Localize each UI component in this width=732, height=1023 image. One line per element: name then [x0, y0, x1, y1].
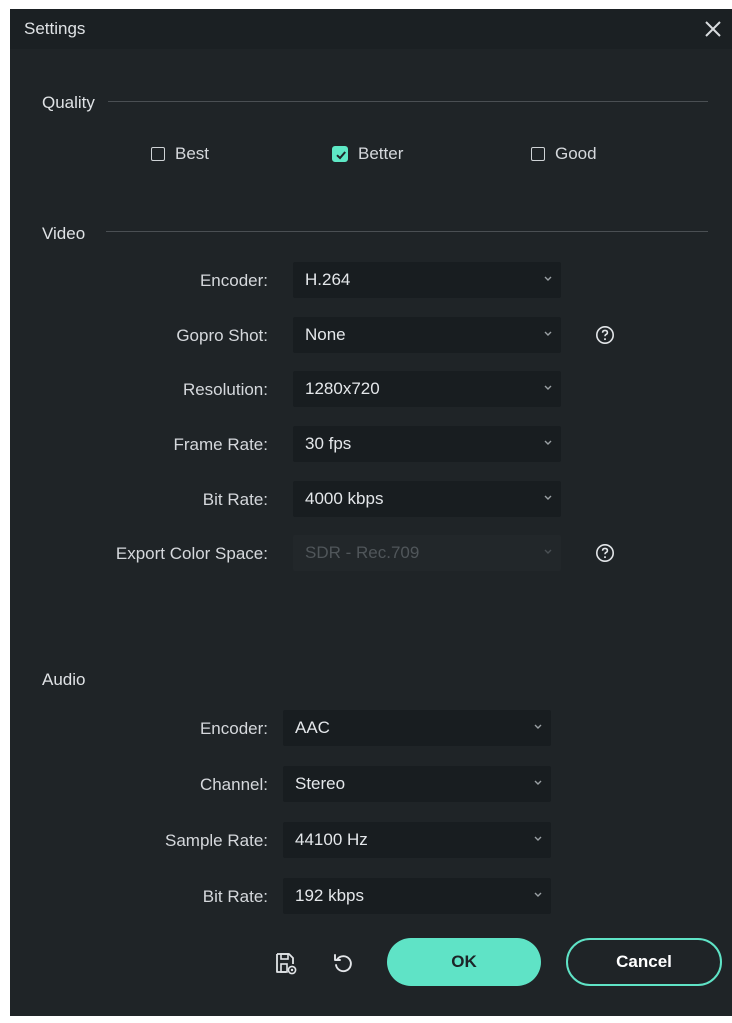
chevron-down-icon [544, 495, 552, 500]
chevron-down-icon [534, 836, 542, 841]
audio-encoder-select[interactable]: AAC [283, 710, 551, 746]
better-checkbox[interactable] [332, 146, 348, 162]
resolution-select[interactable]: 1280x720 [293, 371, 561, 407]
title-bar: Settings [10, 9, 732, 49]
audio-bit-rate-label: Bit Rate: [202, 887, 268, 906]
resolution-label: Resolution: [182, 380, 268, 399]
ok-button[interactable]: OK [387, 938, 541, 986]
video-section-label: Video [42, 224, 86, 243]
good-checkbox[interactable] [531, 147, 545, 161]
channel-label: Channel: [199, 775, 268, 794]
chevron-down-icon [534, 892, 542, 897]
chevron-down-icon [534, 724, 542, 729]
video-encoder-select[interactable]: H.264 [293, 262, 561, 298]
sample-rate-value: 44100 Hz [295, 830, 368, 849]
video-divider [106, 231, 708, 232]
close-icon[interactable] [700, 16, 726, 42]
video-encoder-value: H.264 [305, 270, 351, 289]
audio-encoder-value: AAC [295, 718, 330, 737]
quality-option-best[interactable]: Best [151, 142, 209, 166]
better-label: Better [358, 144, 404, 163]
good-label: Good [555, 144, 597, 163]
sample-rate-label: Sample Rate: [165, 831, 268, 850]
chevron-down-icon [544, 331, 552, 336]
chevron-down-icon [534, 780, 542, 785]
audio-section-label: Audio [42, 670, 86, 689]
video-bit-rate-select[interactable]: 4000 kbps [293, 481, 561, 517]
sample-rate-select[interactable]: 44100 Hz [283, 822, 551, 858]
resolution-value: 1280x720 [305, 379, 380, 398]
color-space-select: SDR - Rec.709 [293, 535, 561, 571]
settings-dialog: Settings Quality Best Better Good Video … [10, 9, 732, 1016]
video-bit-rate-value: 4000 kbps [305, 489, 384, 508]
frame-rate-label: Frame Rate: [173, 435, 268, 454]
chevron-down-icon [544, 276, 552, 281]
quality-option-better[interactable]: Better [332, 142, 403, 166]
checkmark-icon [336, 151, 346, 160]
color-space-value: SDR - Rec.709 [305, 543, 420, 562]
quality-option-good[interactable]: Good [531, 142, 597, 166]
audio-bit-rate-value: 192 kbps [295, 886, 364, 905]
chevron-down-icon [544, 385, 552, 390]
best-checkbox[interactable] [151, 147, 165, 161]
gopro-help-icon[interactable] [595, 325, 615, 345]
frame-rate-value: 30 fps [305, 434, 352, 453]
color-space-label: Export Color Space: [115, 544, 268, 563]
video-bit-rate-label: Bit Rate: [202, 490, 268, 509]
best-label: Best [175, 144, 210, 163]
chevron-down-icon [544, 549, 552, 554]
audio-bit-rate-select[interactable]: 192 kbps [283, 878, 551, 914]
color-space-help-icon[interactable] [595, 543, 615, 563]
video-encoder-label: Encoder: [199, 271, 268, 290]
chevron-down-icon [544, 440, 552, 445]
channel-value: Stereo [295, 774, 346, 793]
cancel-button[interactable]: Cancel [566, 938, 722, 986]
quality-divider [108, 101, 708, 102]
gopro-shot-select[interactable]: None [293, 317, 561, 353]
audio-encoder-label: Encoder: [199, 719, 268, 738]
gopro-shot-value: None [305, 325, 346, 344]
reset-icon[interactable] [331, 951, 355, 975]
channel-select[interactable]: Stereo [283, 766, 551, 802]
dialog-title: Settings [24, 19, 86, 38]
frame-rate-select[interactable]: 30 fps [293, 426, 561, 462]
save-preset-icon[interactable] [273, 951, 299, 977]
quality-section-label: Quality [42, 93, 95, 112]
gopro-shot-label: Gopro Shot: [176, 326, 268, 345]
